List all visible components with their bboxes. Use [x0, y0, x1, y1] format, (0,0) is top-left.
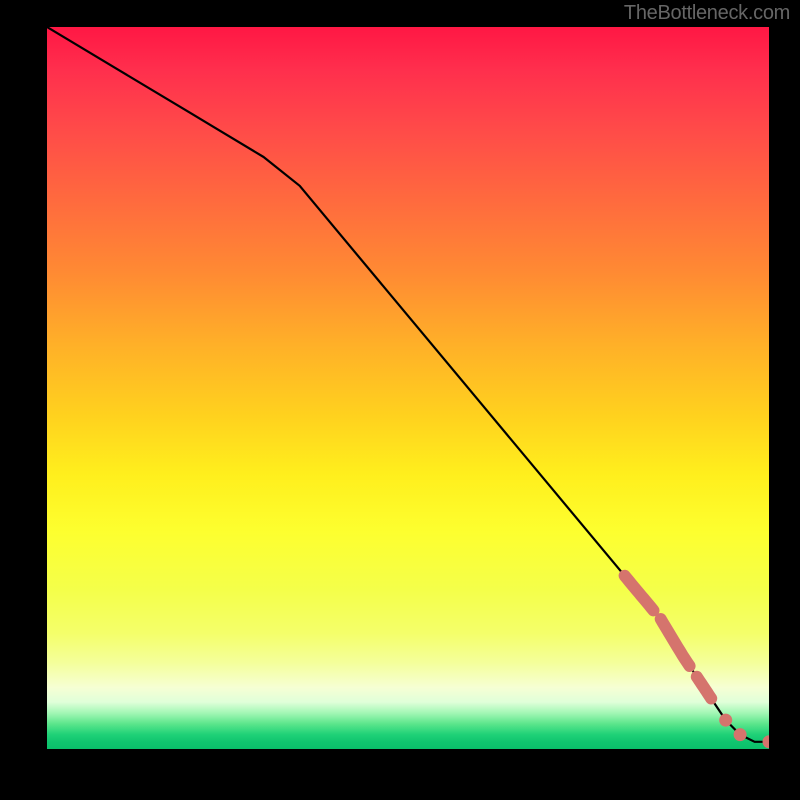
- highlight-segment: [625, 576, 654, 611]
- chart-frame: TheBottleneck.com: [0, 0, 800, 800]
- highlight-dot: [719, 714, 732, 727]
- plot-area: [47, 27, 769, 749]
- watermark-text: TheBottleneck.com: [624, 2, 790, 25]
- highlight-dot: [763, 735, 770, 748]
- bottleneck-curve-line: [47, 27, 769, 742]
- highlight-segment: [697, 677, 711, 699]
- highlight-segment: [661, 619, 690, 666]
- curve-svg: [47, 27, 769, 749]
- marker-layer: [625, 576, 769, 749]
- highlight-dot: [734, 728, 747, 741]
